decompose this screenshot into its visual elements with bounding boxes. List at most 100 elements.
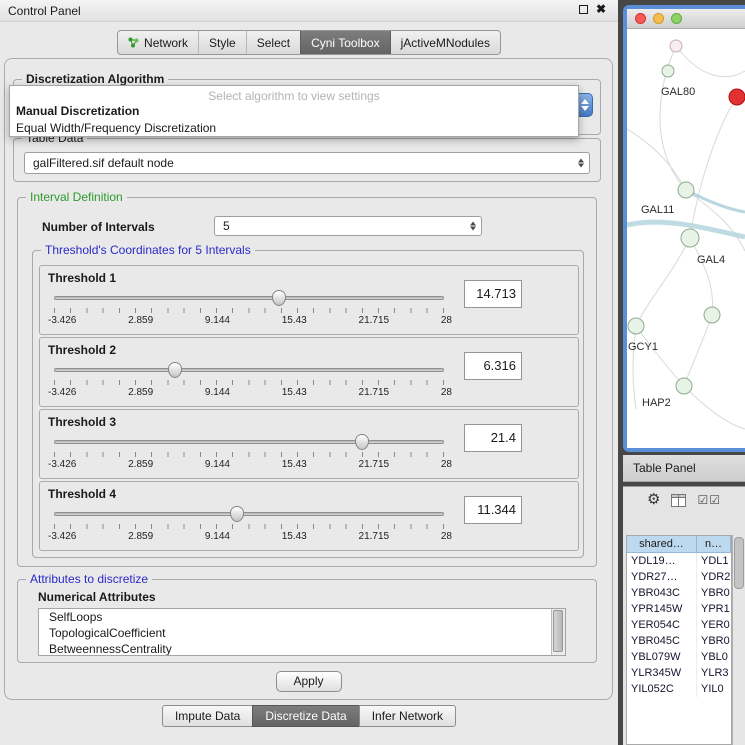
table-scrollbar-thumb[interactable] xyxy=(734,537,744,589)
slider-track xyxy=(54,440,444,444)
list-scrollbar[interactable] xyxy=(551,609,565,655)
table-row[interactable]: YDL19…YDL1 xyxy=(627,553,731,569)
tab-network[interactable]: Network xyxy=(118,31,198,54)
combo-spinner-icon xyxy=(581,99,589,111)
tab-jactivemnodules[interactable]: jActiveMNodules xyxy=(390,31,500,54)
cell-name: YLR3 xyxy=(697,665,731,681)
table-row[interactable]: YBL079WYBL0 xyxy=(627,649,731,665)
close-panel-icon[interactable]: ✖ xyxy=(596,3,606,15)
bottom-tab-infer-network[interactable]: Infer Network xyxy=(359,705,456,727)
slider-thumb[interactable] xyxy=(230,506,244,522)
close-icon[interactable] xyxy=(635,13,646,24)
table-panel-title: Table Panel xyxy=(633,461,696,475)
network-node[interactable] xyxy=(681,229,699,247)
tick-labels: -3.4262.8599.14415.4321.71528 xyxy=(48,387,452,398)
tick-label: 2.859 xyxy=(128,315,153,326)
threshold-label: Threshold 1 xyxy=(48,271,116,285)
bottom-tab-discretize-data[interactable]: Discretize Data xyxy=(252,705,359,727)
table-data-combo[interactable]: galFiltered.sif default node xyxy=(24,152,590,174)
tab-cyni-toolbox[interactable]: Cyni Toolbox xyxy=(300,31,389,54)
network-node-selected[interactable] xyxy=(729,89,745,105)
bottom-tab-impute-data[interactable]: Impute Data xyxy=(162,705,253,727)
column-header-shared-name[interactable]: shared… xyxy=(627,536,697,553)
table-row[interactable]: YBR045CYBR0 xyxy=(627,633,731,649)
attribute-item[interactable]: TopologicalCoefficient xyxy=(39,625,551,641)
threshold-value-field[interactable]: 14.713 xyxy=(464,280,522,308)
column-header-name[interactable]: n… xyxy=(697,536,731,553)
cell-name: YER0 xyxy=(697,617,731,633)
numerical-attributes-label: Numerical Attributes xyxy=(38,590,156,604)
attribute-item[interactable]: SelfLoops xyxy=(39,609,551,625)
tick-label: 28 xyxy=(441,531,452,542)
table-toolbar: ⚙ ☑☑ xyxy=(623,492,745,508)
tick-label: 9.144 xyxy=(205,531,230,542)
list-scrollbar-thumb[interactable] xyxy=(553,610,563,652)
table-data-group: Table Data galFiltered.sif default node xyxy=(13,138,601,182)
window-controls: ✖ xyxy=(579,3,606,15)
network-node[interactable] xyxy=(678,182,694,198)
table-row[interactable]: YER054CYER0 xyxy=(627,617,731,633)
network-titlebar xyxy=(627,9,745,29)
bottom-tabbar: Impute DataDiscretize DataInfer Network xyxy=(0,705,618,727)
table-row[interactable]: YPR145WYPR1 xyxy=(627,601,731,617)
slider-thumb[interactable] xyxy=(168,362,182,378)
network-node[interactable] xyxy=(704,307,720,323)
tab-label: Network xyxy=(144,36,188,50)
threshold-value-field[interactable]: 11.344 xyxy=(464,496,522,524)
settings-gear-icon[interactable]: ⚙ xyxy=(647,492,660,508)
slider-ticks-icon xyxy=(54,308,444,313)
table-scrollbar[interactable] xyxy=(732,535,745,745)
threshold-panel: Threshold 1-3.4262.8599.14415.4321.71528… xyxy=(39,265,579,335)
apply-button[interactable]: Apply xyxy=(276,671,342,692)
tab-label: Cyni Toolbox xyxy=(311,36,379,50)
algorithm-option[interactable]: Equal Width/Frequency Discretization xyxy=(10,120,578,137)
control-panel-window: Control Panel ✖ NetworkStyleSelectCyni T… xyxy=(0,0,618,745)
tick-label: 21.715 xyxy=(359,459,390,470)
slider-thumb[interactable] xyxy=(355,434,369,450)
tick-label: 9.144 xyxy=(205,315,230,326)
node-label: GAL11 xyxy=(641,204,674,216)
threshold-panel: Threshold 3-3.4262.8599.14415.4321.71528… xyxy=(39,409,579,479)
threshold-slider[interactable] xyxy=(54,290,444,306)
tick-label: 28 xyxy=(441,315,452,326)
tab-style[interactable]: Style xyxy=(198,31,246,54)
threshold-slider[interactable] xyxy=(54,434,444,450)
network-node[interactable] xyxy=(628,318,644,334)
table-row[interactable]: YIL052CYIL0 xyxy=(627,681,731,697)
columns-icon[interactable] xyxy=(671,494,686,507)
threshold-panel: Threshold 4-3.4262.8599.14415.4321.71528… xyxy=(39,481,579,551)
num-intervals-label: Number of Intervals xyxy=(42,220,155,234)
table-header-row: shared… n… xyxy=(627,536,731,553)
slider-thumb[interactable] xyxy=(272,290,286,306)
table-row[interactable]: YBR043CYBR0 xyxy=(627,585,731,601)
slider-ticks-icon xyxy=(54,524,444,529)
tick-label: -3.426 xyxy=(48,387,76,398)
zoom-icon[interactable] xyxy=(671,13,682,24)
tab-select[interactable]: Select xyxy=(246,31,300,54)
network-canvas[interactable]: GAL80 GAL11 GAL4 GCY1 HAP2 xyxy=(627,29,745,448)
network-node[interactable] xyxy=(662,65,674,77)
tick-label: 15.43 xyxy=(282,387,307,398)
tab-label: Style xyxy=(209,36,236,50)
tick-label: 21.715 xyxy=(359,387,390,398)
node-label: GAL4 xyxy=(697,254,725,266)
threshold-slider[interactable] xyxy=(54,506,444,522)
table-row[interactable]: YDR27…YDR2 xyxy=(627,569,731,585)
cell-name: YIL0 xyxy=(697,681,731,697)
attribute-item[interactable]: BetweennessCentrality xyxy=(39,641,551,656)
table-row[interactable]: YLR345WYLR3 xyxy=(627,665,731,681)
node-table: shared… n… YDL19…YDL1YDR27…YDR2YBR043CYB… xyxy=(626,535,732,745)
network-node[interactable] xyxy=(670,40,682,52)
num-intervals-combo[interactable]: 5 xyxy=(214,216,482,236)
float-window-icon[interactable] xyxy=(579,5,588,14)
tick-label: -3.426 xyxy=(48,459,76,470)
threshold-value-field[interactable]: 21.4 xyxy=(464,424,522,452)
select-columns-icons[interactable]: ☑☑ xyxy=(697,493,721,507)
threshold-slider[interactable] xyxy=(54,362,444,378)
minimize-icon[interactable] xyxy=(653,13,664,24)
threshold-value-field[interactable]: 6.316 xyxy=(464,352,522,380)
cell-name: YBR0 xyxy=(697,585,731,601)
cell-shared-name: YBR043C xyxy=(627,585,697,601)
algorithm-option[interactable]: Manual Discretization xyxy=(10,103,578,120)
network-node[interactable] xyxy=(676,378,692,394)
